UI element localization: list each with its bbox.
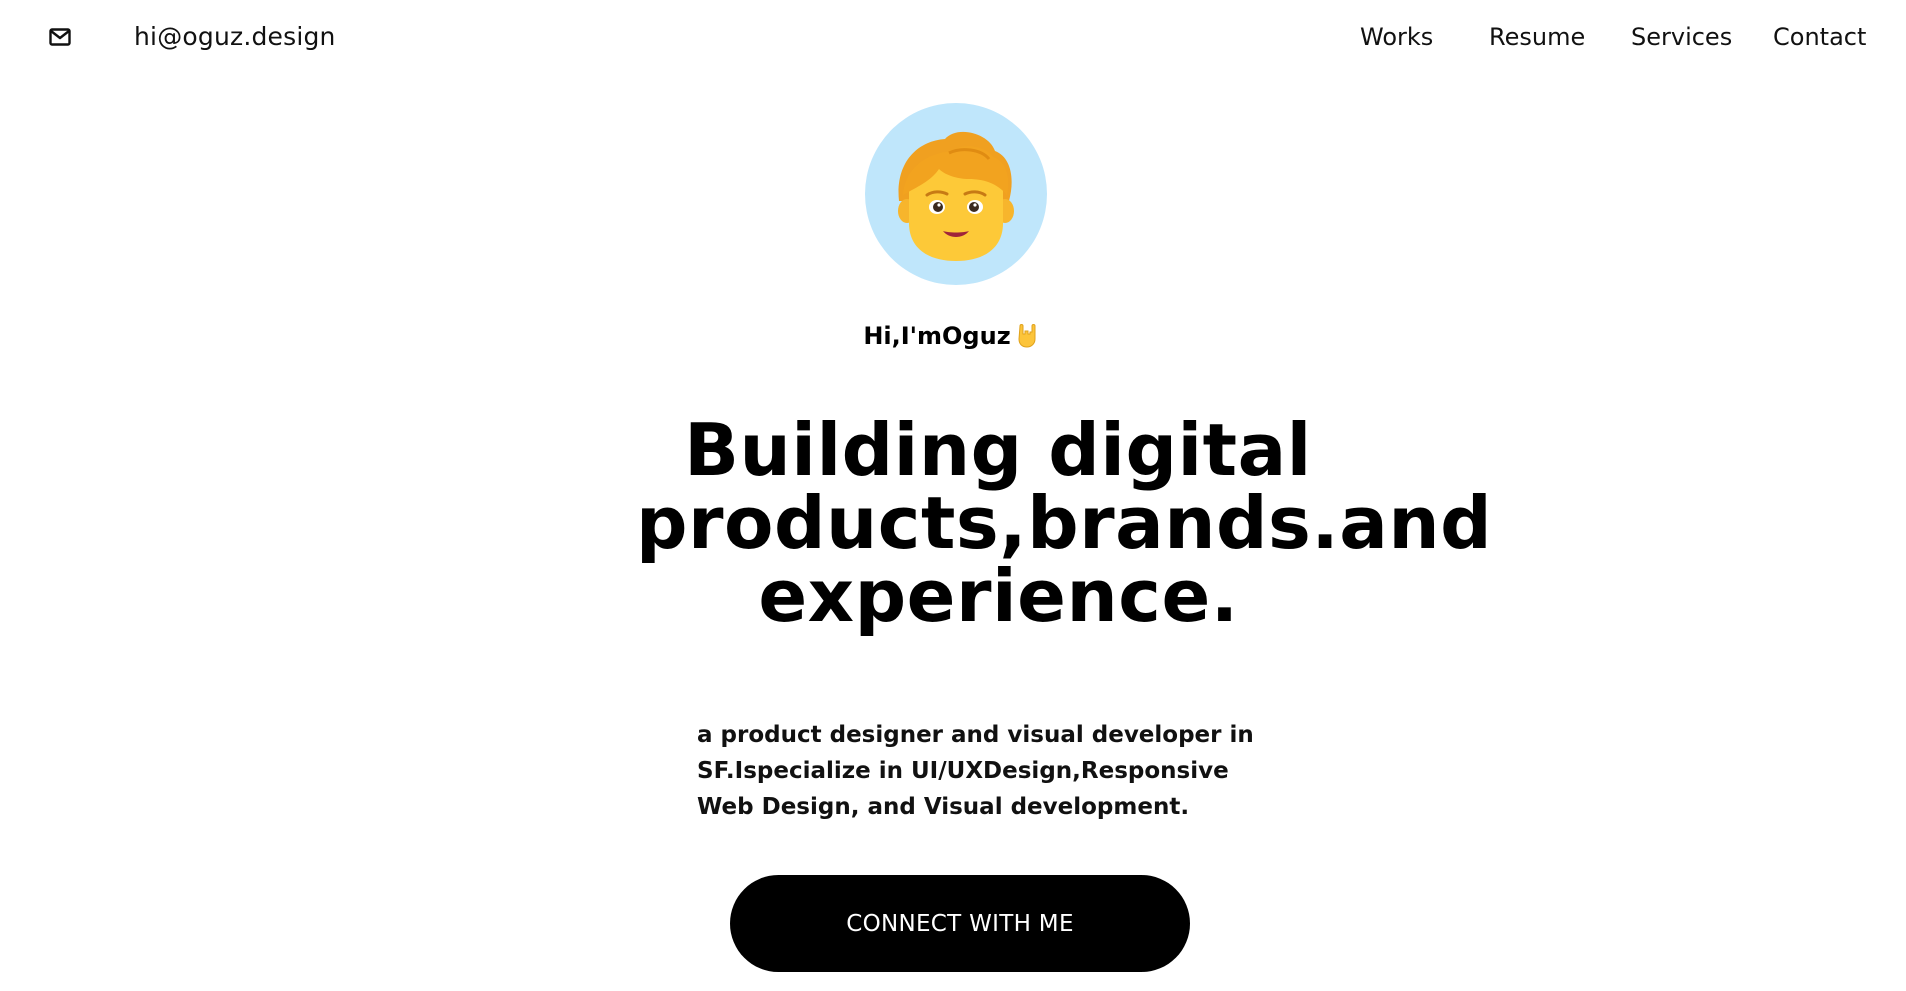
hero-description: a product designer and visual developer … bbox=[697, 722, 1254, 820]
nav-link-contact[interactable]: Contact bbox=[1773, 21, 1866, 53]
headline-line-2: products,brands.and bbox=[636, 481, 1493, 565]
mail-icon[interactable] bbox=[49, 28, 71, 46]
avatar bbox=[865, 103, 1047, 285]
portfolio-page: hi@oguz.design Works Resume Services Con… bbox=[0, 0, 1906, 991]
headline-line-1: Building digital bbox=[684, 408, 1312, 492]
person-emoji-avatar bbox=[898, 131, 1014, 261]
email-link[interactable]: hi@oguz.design bbox=[134, 21, 336, 53]
nav-link-works[interactable]: Works bbox=[1360, 21, 1433, 53]
sign-of-the-horns-icon bbox=[1018, 324, 1036, 348]
site-header: hi@oguz.design Works Resume Services Con… bbox=[0, 0, 1906, 76]
hero-headline: Building digital products,brands.and exp… bbox=[560, 414, 1493, 638]
greeting-text: Hi,I'mOguz bbox=[863, 322, 1011, 350]
connect-button[interactable]: CONNECT WITH ME bbox=[730, 875, 1190, 972]
greeting: Hi,I'mOguz bbox=[0, 320, 1906, 352]
nav-link-resume[interactable]: Resume bbox=[1489, 21, 1585, 53]
nav-link-services[interactable]: Services bbox=[1631, 21, 1732, 53]
headline-line-3: experience. bbox=[758, 554, 1239, 638]
